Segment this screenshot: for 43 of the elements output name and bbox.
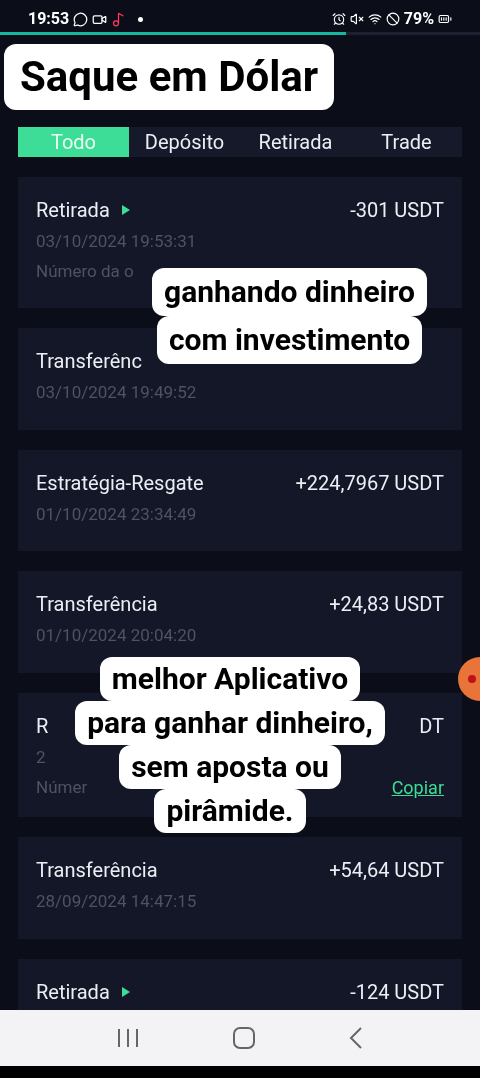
transaction-amount: +54,64 USDT (329, 857, 444, 884)
battery-icon (438, 12, 452, 26)
copy-link[interactable]: Copiar (391, 774, 444, 801)
transaction-type: Estratégia-Resgate (36, 469, 204, 497)
caption-toast: ganhando dinheiro com investimento (152, 268, 428, 364)
transaction-amount: +224,7967 USDT (295, 469, 444, 497)
transaction-card[interactable]: Retirada -124 USDT (18, 958, 462, 1010)
battery-percent: 79% (403, 8, 434, 30)
wifi-icon (367, 12, 382, 26)
home-icon[interactable] (233, 1027, 255, 1049)
blocked-icon (385, 12, 400, 26)
transaction-type: Transferênc (36, 348, 142, 375)
transaction-date: 01/10/2024 20:04:20 (36, 624, 197, 647)
transaction-amount: -124 USDT (350, 978, 444, 1006)
order-number: Número da o (36, 259, 134, 283)
caption-toast: Saque em Dólar (4, 44, 335, 111)
transaction-type: R (36, 712, 49, 740)
transaction-date: 01/10/2024 23:34:49 (36, 502, 197, 526)
transaction-date: 28/09/2024 14:47:15 (36, 890, 197, 913)
back-icon[interactable] (349, 1027, 363, 1049)
transaction-amount: DT (419, 712, 444, 740)
transaction-type: Transferência (36, 591, 158, 618)
tab[interactable]: Depósito (129, 127, 240, 157)
transaction-type: Retirada (36, 978, 110, 1006)
transaction-date: 03/10/2024 19:49:52 (36, 381, 197, 404)
transaction-amount: -301 USDT (350, 197, 444, 224)
order-number: Númer (36, 775, 88, 799)
mute-icon (349, 12, 364, 26)
chat-icon (73, 11, 89, 27)
transaction-type: Retirada (36, 197, 110, 224)
transaction-date: 03/10/2024 19:53:31 (36, 230, 197, 253)
transaction-amount: +24,83 USDT (329, 591, 444, 618)
alarm-icon (331, 12, 346, 26)
status-time: 19:53 (28, 8, 70, 30)
transaction-date: 2 (36, 745, 46, 769)
tab[interactable]: Retirada (240, 127, 351, 157)
triangle-icon (121, 205, 130, 215)
triangle-icon (121, 986, 130, 997)
transaction-card[interactable]: Transferência +54,64 USDT 28/09/2024 14:47:15 (18, 837, 462, 939)
recent-apps-icon[interactable] (117, 1028, 139, 1048)
transaction-card[interactable]: Estratégia-Resgate +224,7967 USDT 01/10/2024 23:34:49 (18, 449, 462, 551)
tab[interactable]: Trade (351, 127, 462, 157)
transaction-type: Transferência (36, 857, 158, 884)
